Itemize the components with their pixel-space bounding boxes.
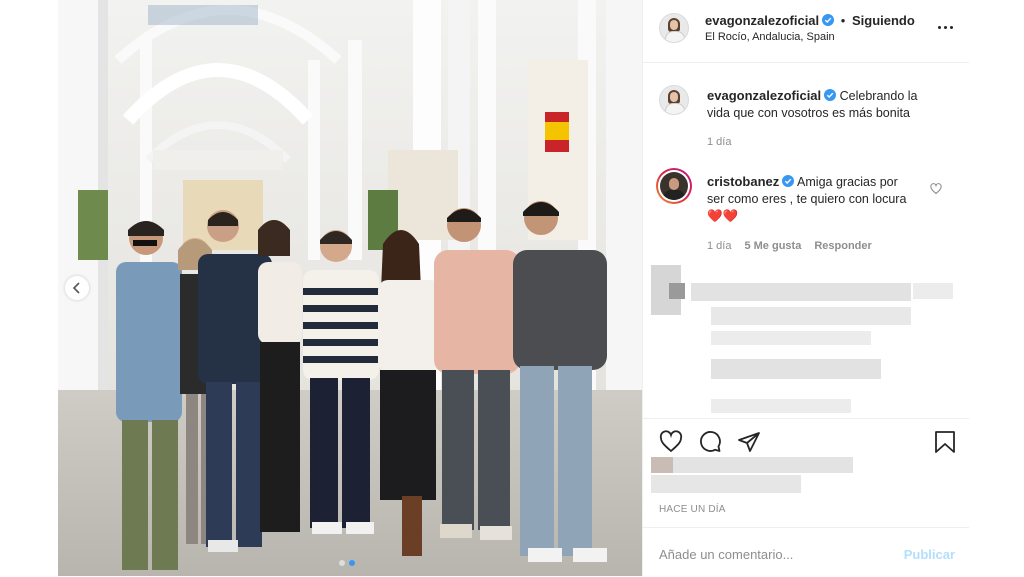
header-user-line: evagonzalezoficial • Siguiendo — [705, 13, 915, 28]
author-username[interactable]: evagonzalezoficial — [705, 13, 819, 28]
more-options-icon[interactable] — [935, 20, 955, 34]
comment-hearts: ❤️❤️ — [707, 209, 739, 223]
like-heart-icon[interactable] — [659, 430, 683, 454]
add-comment-bar: Añade un comentario... Publicar — [643, 527, 969, 577]
blurred-likes — [651, 457, 861, 495]
author-avatar[interactable] — [659, 13, 689, 43]
instagram-post: evagonzalezoficial • Siguiendo El Rocío,… — [58, 0, 969, 576]
post-photo[interactable] — [58, 0, 642, 576]
add-comment-input[interactable]: Añade un comentario... — [659, 547, 793, 562]
post-time-ago[interactable]: HACE UN DÍA — [659, 504, 726, 515]
blurred-comments — [651, 265, 953, 417]
post-header: evagonzalezoficial • Siguiendo El Rocío,… — [643, 0, 969, 63]
carousel-dot-active — [349, 560, 355, 566]
comment-icon[interactable] — [698, 430, 722, 454]
caption-text-block: evagonzalezoficial Celebrando la vida qu… — [707, 87, 937, 122]
caption-username[interactable]: evagonzalezoficial — [707, 88, 821, 103]
comment-likes[interactable]: 5 Me gusta — [744, 240, 801, 252]
save-bookmark-icon[interactable] — [934, 430, 956, 454]
carousel-prev-button[interactable] — [65, 276, 89, 300]
post-side-panel: evagonzalezoficial • Siguiendo El Rocío,… — [642, 0, 969, 576]
comment-text-block: cristobanez Amiga gracias por ser como e… — [707, 173, 917, 225]
separator-dot: • — [840, 13, 846, 28]
caption-time[interactable]: 1 día — [707, 136, 731, 148]
reply-button[interactable]: Responder — [814, 240, 871, 252]
commenter-avatar[interactable] — [656, 168, 692, 204]
chevron-left-icon — [72, 282, 80, 294]
comment-like-heart-icon[interactable] — [930, 183, 942, 195]
comment-time[interactable]: 1 día — [707, 240, 731, 252]
following-button[interactable]: Siguiendo — [852, 13, 915, 28]
share-icon[interactable] — [737, 430, 761, 454]
caption-avatar[interactable] — [659, 85, 689, 115]
verified-badge-icon — [782, 175, 795, 187]
comment-username[interactable]: cristobanez — [707, 174, 779, 189]
verified-badge-icon — [822, 14, 835, 26]
comment-meta: 1 día 5 Me gusta Responder — [707, 240, 872, 252]
post-location[interactable]: El Rocío, Andalucia, Spain — [705, 31, 835, 43]
carousel-indicator — [339, 560, 355, 566]
verified-badge-icon — [824, 89, 837, 101]
comments-section: evagonzalezoficial Celebrando la vida qu… — [643, 63, 969, 418]
publish-button[interactable]: Publicar — [904, 547, 955, 562]
group-photo-illustration — [58, 0, 642, 576]
carousel-dot — [339, 560, 345, 566]
